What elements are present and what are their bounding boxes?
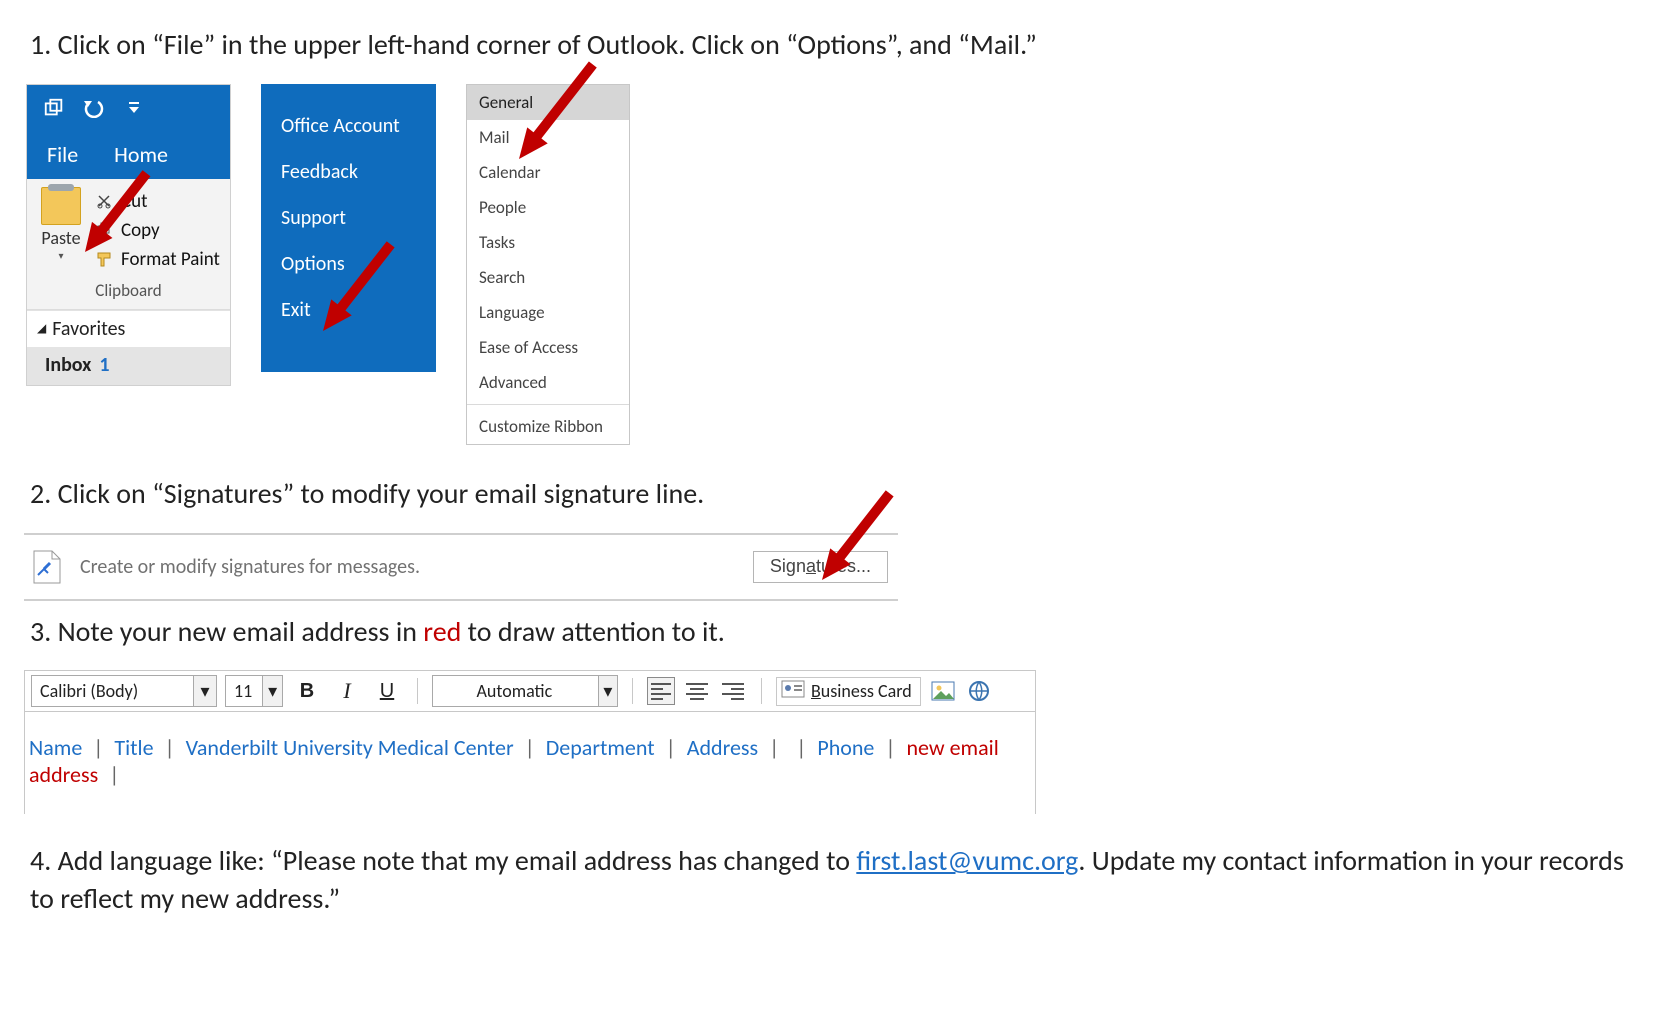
align-center-button[interactable] bbox=[683, 677, 711, 705]
toolbar-separator bbox=[761, 678, 762, 704]
favorites-label: Favorites bbox=[52, 317, 125, 341]
step-4-text: 4. Add language like: “Please note that … bbox=[30, 842, 1636, 918]
sig-department: Department bbox=[546, 734, 655, 761]
chevron-down-icon: ▾ bbox=[598, 676, 617, 706]
menu-feedback[interactable]: Feedback bbox=[281, 160, 436, 184]
font-size-value: 11 bbox=[234, 680, 262, 702]
sig-phone: Phone bbox=[817, 734, 874, 761]
clipboard-group-caption: Clipboard bbox=[33, 274, 224, 305]
signature-page-icon bbox=[30, 549, 62, 585]
step-1-text: 1. Click on “File” in the upper left-han… bbox=[30, 26, 1636, 64]
chevron-down-icon: ▾ bbox=[262, 676, 282, 706]
inbox-label: Inbox bbox=[45, 353, 91, 377]
inbox-count: 1 bbox=[99, 353, 109, 377]
menu-office-account[interactable]: Office Account bbox=[281, 114, 436, 138]
insert-picture-button[interactable] bbox=[929, 677, 957, 705]
chevron-down-icon: ▾ bbox=[193, 676, 216, 706]
align-left-button[interactable] bbox=[647, 677, 675, 705]
opt-ease-of-access[interactable]: Ease of Access bbox=[467, 330, 629, 365]
opt-customize-ribbon[interactable]: Customize Ribbon bbox=[467, 409, 629, 444]
inbox-folder[interactable]: Inbox 1 bbox=[27, 347, 230, 385]
sig-name: Name bbox=[29, 734, 82, 761]
format-painter-button[interactable]: Format Paint bbox=[93, 245, 222, 274]
font-family-select[interactable]: Calibri (Body) ▾ bbox=[31, 675, 217, 707]
business-card-button[interactable]: Business Card bbox=[776, 677, 921, 706]
illustration-panels: File Home Paste ▾ Cut bbox=[26, 84, 1636, 445]
opt-advanced[interactable]: Advanced bbox=[467, 365, 629, 400]
paste-icon[interactable] bbox=[41, 187, 81, 225]
bold-button[interactable]: B bbox=[291, 676, 323, 706]
quick-access-toolbar bbox=[27, 85, 230, 131]
arrow-options bbox=[311, 235, 402, 340]
chevron-down-icon: ◢ bbox=[37, 321, 46, 336]
underline-button[interactable]: U bbox=[371, 676, 403, 706]
sig-address: Address bbox=[687, 734, 758, 761]
opt-tasks[interactable]: Tasks bbox=[467, 225, 629, 260]
example-email-link[interactable]: first.last@vumc.org bbox=[856, 843, 1078, 878]
restore-window-icon[interactable] bbox=[41, 95, 67, 121]
toolbar-separator bbox=[632, 678, 633, 704]
opt-separator bbox=[467, 404, 629, 405]
menu-support[interactable]: Support bbox=[281, 206, 436, 230]
signature-preview[interactable]: Name | Title | Vanderbilt University Med… bbox=[25, 712, 1035, 814]
tab-home[interactable]: Home bbox=[114, 141, 168, 168]
font-size-select[interactable]: 11 ▾ bbox=[225, 675, 283, 707]
sig-title: Title bbox=[114, 734, 153, 761]
paste-dropdown-icon[interactable]: ▾ bbox=[33, 249, 89, 262]
italic-button[interactable]: I bbox=[331, 676, 363, 706]
signature-editor: Calibri (Body) ▾ 11 ▾ B I U Automatic ▾ bbox=[24, 670, 1036, 814]
align-right-button[interactable] bbox=[719, 677, 747, 705]
font-family-value: Calibri (Body) bbox=[40, 680, 148, 702]
sig-org: Vanderbilt University Medical Center bbox=[186, 734, 514, 761]
toolbar-separator bbox=[417, 678, 418, 704]
editor-toolbar: Calibri (Body) ▾ 11 ▾ B I U Automatic ▾ bbox=[25, 671, 1035, 712]
favorites-header[interactable]: ◢ Favorites bbox=[27, 310, 230, 347]
insert-hyperlink-button[interactable] bbox=[965, 677, 993, 705]
step-3-text: 3. Note your new email address in red to… bbox=[30, 613, 1636, 651]
format-painter-label: Format Paint bbox=[121, 248, 220, 271]
signatures-settings-row: Create or modify signatures for messages… bbox=[24, 533, 898, 601]
step-2-text: 2. Click on “Signatures” to modify your … bbox=[30, 475, 1636, 513]
backstage-menu: Office Account Feedback Support Options … bbox=[261, 84, 436, 372]
font-color-value: Automatic bbox=[441, 680, 598, 702]
step-3-red-word: red bbox=[423, 614, 461, 649]
opt-people[interactable]: People bbox=[467, 190, 629, 225]
outlook-ribbon-panel: File Home Paste ▾ Cut bbox=[26, 84, 231, 386]
tab-file[interactable]: File bbox=[47, 141, 78, 168]
signatures-description: Create or modify signatures for messages… bbox=[80, 555, 420, 579]
customize-qat-icon[interactable] bbox=[121, 95, 147, 121]
font-color-select[interactable]: Automatic ▾ bbox=[432, 675, 618, 707]
options-categories-panel: General Mail Calendar People Tasks Searc… bbox=[466, 84, 630, 445]
undo-icon[interactable] bbox=[81, 95, 107, 121]
opt-language[interactable]: Language bbox=[467, 295, 629, 330]
opt-calendar[interactable]: Calendar bbox=[467, 155, 629, 190]
opt-search[interactable]: Search bbox=[467, 260, 629, 295]
business-card-icon bbox=[781, 680, 805, 703]
